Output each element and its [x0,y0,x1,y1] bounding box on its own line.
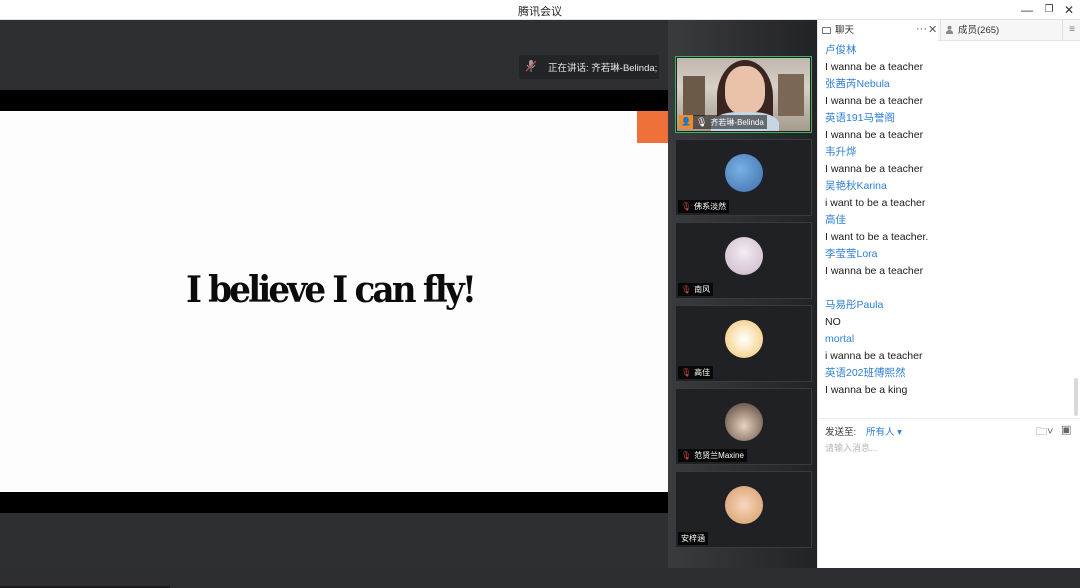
message-text: I wanna be a teacher [825,95,924,107]
person-icon [945,25,954,34]
participant-tile[interactable]: 🎙 南风 [675,222,812,299]
participant-name-tag: 🎙 高佳 [678,366,714,379]
mic-muted-icon [525,59,540,75]
avatar [724,403,763,441]
message-text: NO [825,316,841,328]
slide-accent-block [637,111,668,143]
avatar [724,320,763,358]
message-sender[interactable]: 李莹莹Lora [825,246,1076,263]
avatar [724,237,763,275]
speaking-label: 正在讲话: 齐若琳-Belinda; [548,63,658,74]
participant-video: 👤 🎙 齐若琳-Belinda [677,58,810,131]
participant-name-tag: 安梓涵 [678,532,708,545]
mic-muted-icon: 🎙 [681,202,692,211]
screenshot-icon[interactable]: ▣ [1061,423,1071,436]
message-text: I want to be a teacher. [825,231,929,243]
speaking-indicator: 正在讲话: 齐若琳-Belinda; [519,55,659,79]
avatar [724,486,763,524]
participant-tile-video[interactable]: 👤 🎙 齐若琳-Belinda [675,56,812,133]
message-sender[interactable]: 韦升烨 [825,144,1076,161]
message-text: I wanna be a teacher [825,265,924,277]
participant-name-tag: 🎙 佛系淡然 [678,200,730,213]
file-icon[interactable]: 🗀˅ [1036,423,1053,442]
slide-text: I believe I can fly! [185,269,477,311]
letterbox-bottom [0,492,668,513]
more-options-icon[interactable]: ··· [916,20,927,39]
message-text: i wanna be a teacher [825,350,923,362]
message-sender[interactable]: 英语202班傅熙然 [825,365,1076,382]
presentation-slide: I believe I can fly! [0,111,668,492]
message-sender[interactable]: 吴艳秋Karina [825,178,1076,195]
send-to-label: 发送至: [825,427,857,438]
chat-tabs: 聊天 ··· ✕ 成员(265) ≡ [818,20,1080,41]
participant-name-tag: 👤 🎙 齐若琳-Belinda [679,115,767,129]
participant-tile[interactable]: 🎙 范贤兰Maxine [675,388,812,465]
message-sender[interactable]: 马易彤Paula [825,297,1076,314]
shared-screen-stage: I believe I can fly! 正在讲话: 齐若琳-Belinda; [0,20,692,588]
message-sender[interactable]: mortal [825,331,1076,348]
person-icon: 👤 [679,115,693,129]
restore-button[interactable]: ❐ [1038,1,1060,19]
message-sender[interactable]: 张茜芮Nebula [825,76,1076,93]
avatar [724,154,763,192]
compose-area: 发送至: 所有人 ▾ 🗀˅ ▣ [818,418,1080,568]
letterbox-top [0,90,668,111]
message-sender[interactable]: 高佳 [825,212,1076,229]
message-input[interactable] [825,441,1073,455]
message-sender[interactable]: 英语191马誉阁 [825,110,1076,127]
participant-tile[interactable]: 🎙 高佳 [675,305,812,382]
mic-muted-icon: 🎙 [681,285,692,294]
tab-members[interactable]: 成员(265) [940,20,1060,41]
close-tab-icon[interactable]: ✕ [928,20,937,40]
minimize-button[interactable]: — [1016,1,1038,19]
chat-scrollbar[interactable] [1074,378,1078,416]
chat-panel: 聊天 ··· ✕ 成员(265) ≡ 卢俊林 I wanna be a teach… [817,20,1080,568]
mic-muted-icon: 🎙 [681,451,692,460]
mic-muted-icon: 🎙 [681,368,692,377]
participant-panel: 👤 🎙 齐若琳-Belinda 🎙 佛系淡然 🎙 南风 🎙 高佳 🎙 范贤兰Maxine… [668,20,817,568]
participant-name: 齐若琳-Belinda [710,117,764,127]
message-text: I wanna be a teacher [825,61,924,73]
menu-icon[interactable]: ≡ [1062,20,1080,41]
message-text: I wanna be a teacher [825,163,924,175]
message-list: 卢俊林 I wanna be a teacher 张茜芮Nebula I wanna … [818,42,1076,418]
mic-icon: 🎙 [696,116,708,127]
send-to-dropdown[interactable]: 所有人 ▾ [866,424,902,438]
close-button[interactable]: ✕ [1058,1,1080,19]
message-text: i want to be a teacher [825,197,926,209]
message-text: I wanna be a king [825,384,908,396]
window-title: 腾讯会议 [518,6,562,18]
chat-bubble-icon [822,27,831,34]
message-sender[interactable]: 卢俊林 [825,42,1076,59]
participant-tile[interactable]: 🎙 佛系淡然 [675,139,812,216]
participant-name-tag: 🎙 范贤兰Maxine [678,449,747,462]
title-bar: 腾讯会议 — ❐ ✕ [0,0,1080,20]
message-text: I wanna be a teacher [825,129,924,141]
participant-tile[interactable]: 安梓涵 [675,471,812,548]
participant-name-tag: 🎙 南风 [678,283,714,296]
